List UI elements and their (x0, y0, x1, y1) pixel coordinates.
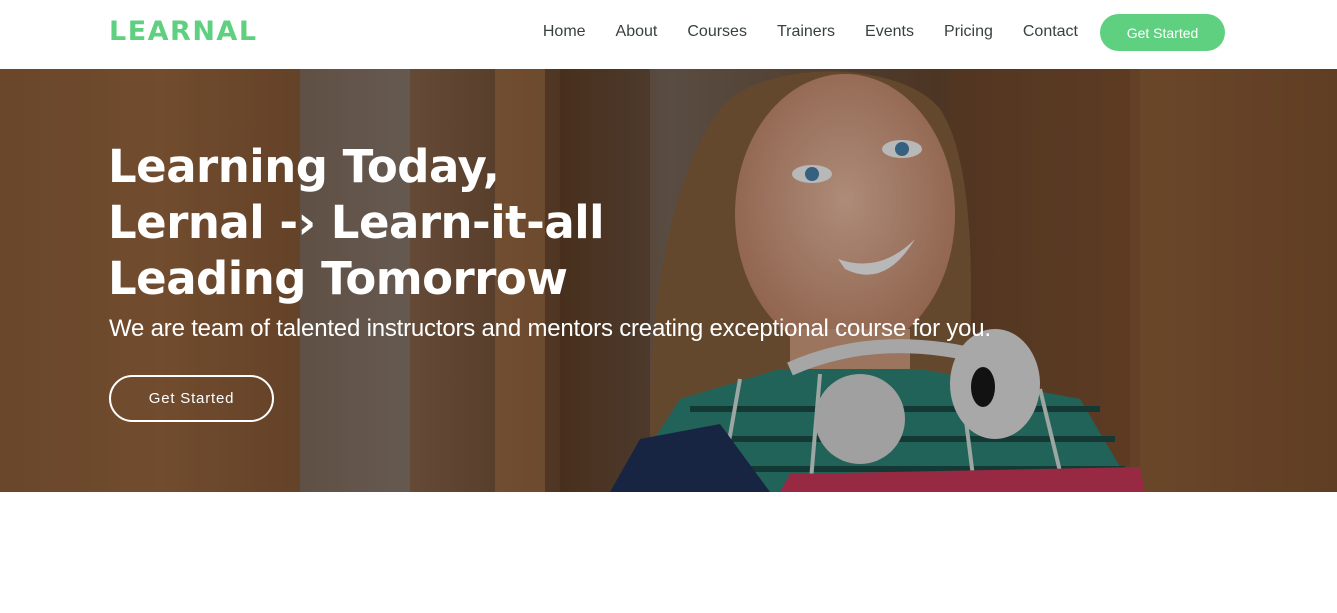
hero-title-line: Leading Tomorrow (108, 252, 568, 305)
hero-section: Learning Today, Lernal -› Learn-it-all L… (0, 69, 1337, 492)
nav-item-events[interactable]: Events (865, 22, 914, 42)
hero-title: Learning Today, Lernal -› Learn-it-all L… (108, 139, 605, 307)
nav-item-pricing[interactable]: Pricing (944, 22, 993, 42)
hero-get-started-button[interactable]: Get Started (109, 375, 274, 422)
nav-item-contact[interactable]: Contact (1023, 22, 1078, 42)
site-logo[interactable]: LEARNAL (109, 14, 258, 50)
nav-item-courses[interactable]: Courses (687, 22, 747, 42)
main-nav: Home About Courses Trainers Events Prici… (543, 22, 1078, 42)
hero-title-line: Lernal -› Learn-it-all (108, 196, 605, 249)
site-header: LEARNAL Home About Courses Trainers Even… (0, 0, 1337, 69)
hero-subtitle: We are team of talented instructors and … (109, 315, 991, 342)
header-get-started-button[interactable]: Get Started (1100, 14, 1225, 51)
nav-item-trainers[interactable]: Trainers (777, 22, 835, 42)
nav-item-about[interactable]: About (616, 22, 658, 42)
nav-item-home[interactable]: Home (543, 22, 586, 42)
hero-title-line: Learning Today, (108, 140, 500, 193)
